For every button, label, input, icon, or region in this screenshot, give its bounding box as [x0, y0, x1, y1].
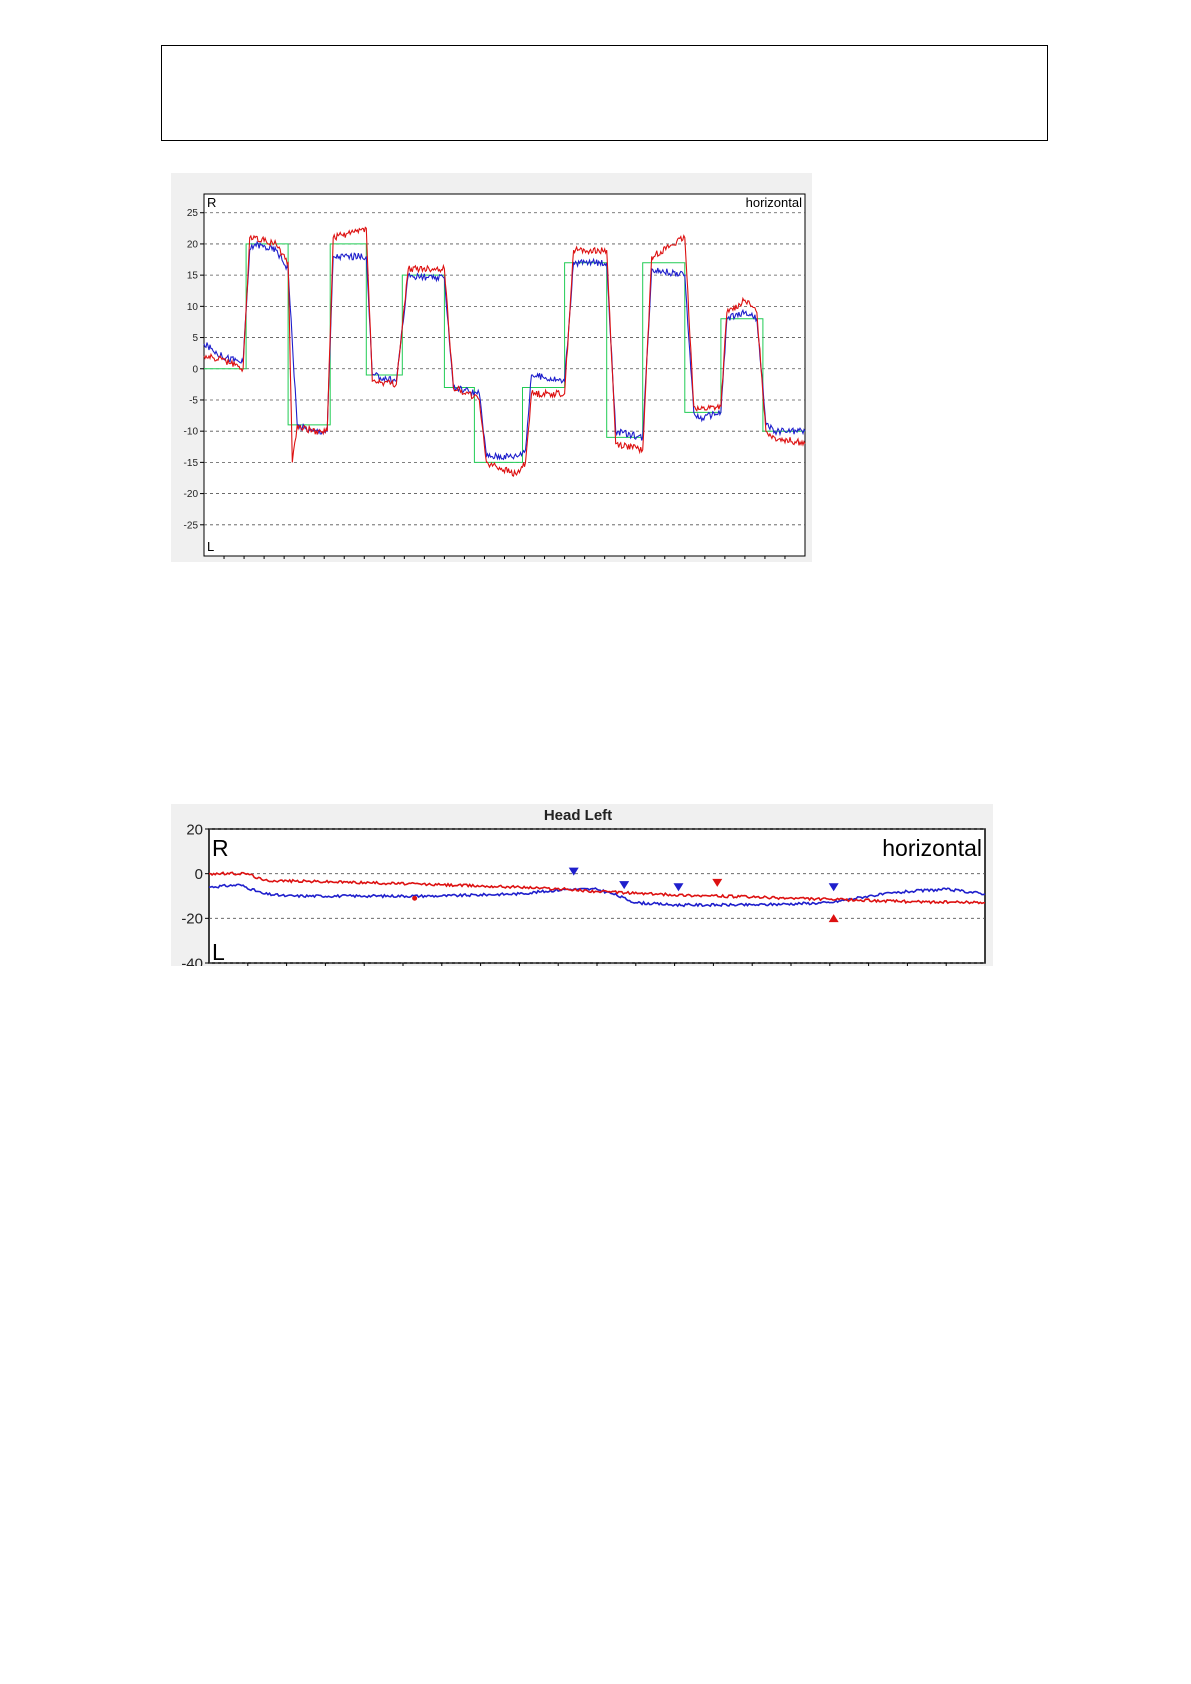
y-tick-label: 0 [192, 364, 198, 375]
y-tick-label: 15 [187, 271, 199, 282]
y-tick-label: 0 [195, 866, 203, 883]
y-tick-label: -20 [184, 489, 199, 500]
chart-svg-2: Head Left 20 0 -20 -40 horizontal R L [181, 807, 986, 966]
y-tick-label: 10 [187, 302, 199, 313]
chart1-corner-label: horizontal [746, 195, 802, 210]
y-tick-label: 25 [187, 208, 199, 219]
y-tick-label: 20 [187, 239, 199, 250]
chart1-bottom-label: L [207, 539, 214, 554]
chart2-title: Head Left [544, 807, 612, 824]
chart-svg-1: 25 20 15 10 5 0 -5 -10 -15 -20 -25 horizontal R L [184, 193, 806, 559]
chart2-bottom-label: L [212, 939, 225, 965]
y-tick-label: -40 [181, 955, 203, 966]
chart1-top-label: R [207, 195, 216, 210]
y-tick-label: 5 [192, 333, 198, 344]
chart2-top-label: R [212, 835, 229, 861]
y-tick-label: -5 [189, 395, 198, 406]
y-tick-label: -20 [181, 911, 203, 928]
y-tick-label: 20 [186, 821, 203, 838]
header-box [161, 45, 1048, 141]
y-tick-label: -10 [184, 427, 199, 438]
y-tick-label: -15 [184, 458, 199, 469]
event-marker [412, 895, 418, 901]
chart-horizontal-stimulus: 25 20 15 10 5 0 -5 -10 -15 -20 -25 horizontal R L [171, 173, 812, 562]
chart-head-left: Head Left 20 0 -20 -40 horizontal R L [171, 804, 993, 966]
chart2-corner-label: horizontal [882, 835, 982, 861]
y-tick-label: -25 [184, 520, 199, 531]
